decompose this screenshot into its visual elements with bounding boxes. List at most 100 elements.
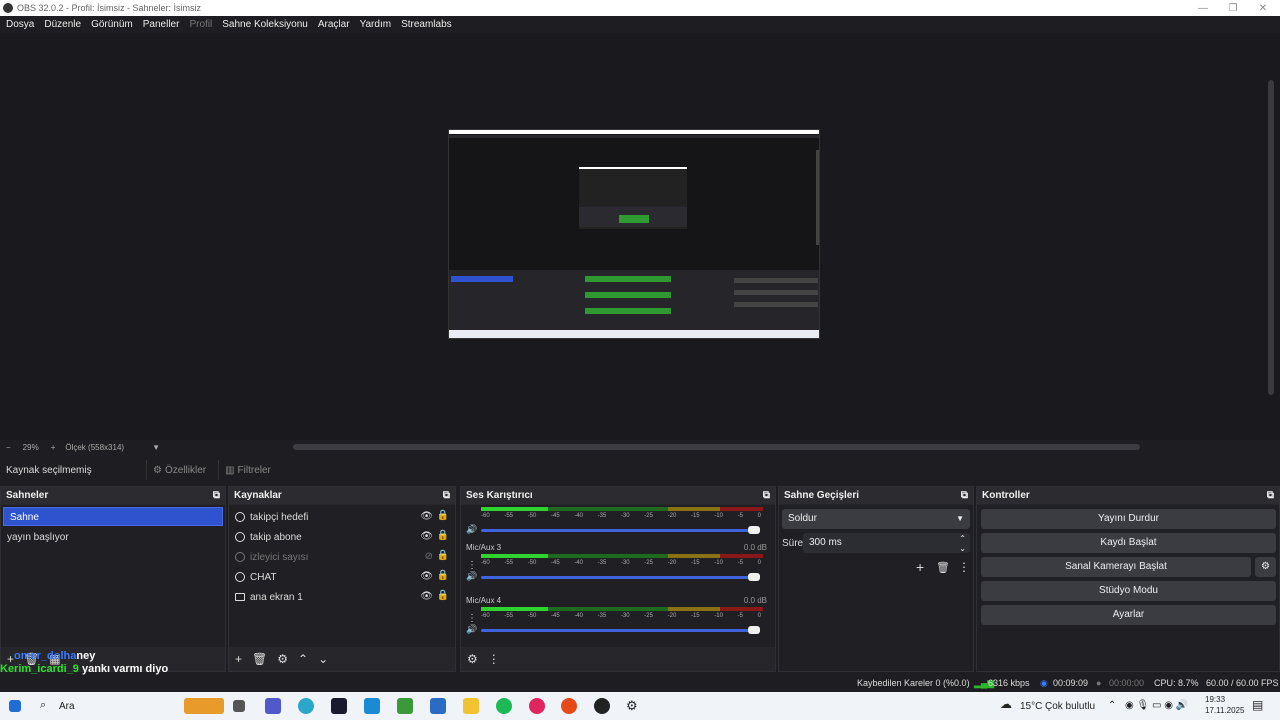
properties-button[interactable]: ⚙ Özellikler [146,460,212,480]
close-icon[interactable]: ✕ [1246,0,1280,16]
source-item[interactable]: CHAT 👁 🔒 [229,567,455,587]
undock-icon[interactable]: ⧉ [961,490,968,501]
settings-button[interactable]: Ayarlar [981,605,1276,625]
volume-slider-handle[interactable] [748,626,760,634]
notification-icon[interactable]: ▤ [1252,698,1263,712]
taskbar: ⌕ Ara ⚙ ☁ 15°C Çok bulutlu ⌃ ◉ 🎙 ▭ ◉ 🔊 1… [0,692,1280,720]
source-item[interactable]: takip abone 👁 🔒 [229,527,455,547]
teams-icon[interactable] [265,698,281,714]
preview-canvas[interactable] [448,129,820,339]
zoom-out-button[interactable]: − [6,443,11,452]
start-virtualcam-button[interactable]: Sanal Kamerayı Başlat [981,557,1251,577]
stop-stream-button[interactable]: Yayını Durdur [981,509,1276,529]
restore-icon[interactable]: ❐ [1216,0,1250,16]
taskbar-search[interactable]: Ara [59,701,75,712]
lock-icon[interactable]: 🔒 [437,530,449,541]
source-properties-icon[interactable]: ⚙ [277,652,288,666]
menu-profile[interactable]: Profil [189,19,212,30]
eye-icon[interactable]: 👁 [420,531,433,542]
app-icon[interactable] [364,698,380,714]
undock-icon[interactable]: ⧉ [213,490,220,501]
settings-gear-icon[interactable]: ⚙ [626,698,638,714]
start-icon[interactable] [9,700,21,712]
task-view-icon[interactable] [233,700,245,712]
menu-streamlabs[interactable]: Streamlabs [401,19,452,30]
meter-tick-label: -5 [737,513,743,519]
lock-icon[interactable]: 🔒 [437,590,449,601]
preview-horizontal-scrollbar[interactable] [293,444,1140,450]
lock-icon[interactable]: 🔒 [437,510,449,521]
media-player-icon[interactable] [529,698,545,714]
duration-spinbox[interactable]: 300 ms ⌃ ⌄ [803,533,970,553]
lock-icon[interactable]: 🔒 [437,550,449,561]
obs-icon[interactable] [594,698,610,714]
menu-file[interactable]: Dosya [6,19,34,30]
volume-slider[interactable] [481,629,753,632]
search-icon[interactable]: ⌕ [40,699,46,712]
cpu-usage: CPU: 8.7% [1154,678,1199,688]
meter-tick-label: -40 [574,613,583,619]
volume-slider-handle[interactable] [748,526,760,534]
undock-icon[interactable]: ⧉ [1267,490,1274,501]
sources-dock: Kaynaklar ⧉ takipçi hedefi 👁 🔒 takip abone 👁… [228,486,456,672]
scene-item[interactable]: Sahne [3,507,223,526]
eye-icon[interactable]: 👁 [420,591,433,602]
eye-icon[interactable]: 👁 [420,571,433,582]
chrome-icon[interactable] [561,698,577,714]
move-up-icon[interactable]: ⌃ [298,652,308,666]
transition-select[interactable]: Soldur ▼ [782,509,970,529]
source-item[interactable]: ana ekran 1 👁 🔒 [229,587,455,607]
channel-menu-icon[interactable]: ⋮ [467,560,477,571]
menu-scene-collection[interactable]: Sahne Koleksiyonu [222,19,308,30]
source-item[interactable]: izleyici sayısı ⊘ 🔒 [229,547,455,567]
preview-vertical-scrollbar[interactable] [1268,80,1274,395]
remove-source-icon[interactable]: 🗑 [252,652,267,666]
start-record-button[interactable]: Kaydı Başlat [981,533,1276,553]
clock-date[interactable]: 17.11.2025 [1205,706,1244,715]
copilot-icon[interactable] [298,698,314,714]
store-icon[interactable] [430,698,446,714]
volume-icon[interactable]: 🔊 [466,524,477,535]
tray-chevron-icon[interactable]: ⌃ [1108,700,1116,711]
volume-slider[interactable] [481,576,753,579]
meter-tick-label: -55 [504,513,513,519]
volume-icon[interactable]: 🔊 [466,624,477,635]
menu-docks[interactable]: Paneller [143,19,180,30]
minimize-icon[interactable]: — [1186,0,1220,16]
move-down-icon[interactable]: ⌄ [318,652,328,666]
volume-slider[interactable] [481,529,753,532]
app-icon[interactable] [331,698,347,714]
mixer-menu-icon[interactable]: ⋮ [488,652,500,666]
eye-hidden-icon[interactable]: ⊘ [425,551,433,562]
undock-icon[interactable]: ⧉ [443,490,450,501]
clock-time[interactable]: 19:33 [1205,695,1225,704]
filters-button[interactable]: ▥ Filtreler [218,460,277,480]
file-explorer-icon[interactable] [463,698,479,714]
lock-icon[interactable]: 🔒 [437,570,449,581]
zoom-in-button[interactable]: + [51,443,56,452]
transition-menu-icon[interactable]: ⋮ [958,560,970,574]
add-source-icon[interactable]: + [235,652,242,666]
menu-view[interactable]: Görünüm [91,19,133,30]
menu-help[interactable]: Yardım [360,19,392,30]
spin-down-icon[interactable]: ⌄ [959,539,966,559]
volume-icon[interactable]: 🔊 [466,571,477,582]
spotify-icon[interactable] [496,698,512,714]
minecraft-icon[interactable] [397,698,413,714]
source-item[interactable]: takipçi hedefi 👁 🔒 [229,507,455,527]
channel-menu-icon[interactable]: ⋮ [467,613,477,624]
menu-edit[interactable]: Düzenle [44,19,81,30]
chat-message: yankı varmı diyo [81,663,169,675]
eye-icon[interactable]: 👁 [420,511,433,522]
scale-dropdown-icon[interactable]: ▼ [152,443,160,452]
advanced-audio-icon[interactable]: ⚙ [467,652,478,666]
studio-mode-button[interactable]: Stüdyo Modu [981,581,1276,601]
volume-slider-handle[interactable] [748,573,760,581]
tray-icons[interactable]: ◉ 🎙 ▭ ◉ 🔊 [1125,700,1188,711]
scene-item[interactable]: yayın başlıyor [1,528,225,547]
add-transition-icon[interactable]: + [916,559,924,575]
menu-tools[interactable]: Araçlar [318,19,350,30]
remove-transition-icon[interactable]: 🗑 [936,561,950,574]
undock-icon[interactable]: ⧉ [763,490,770,501]
virtualcam-settings-button[interactable]: ⚙ [1255,557,1276,577]
